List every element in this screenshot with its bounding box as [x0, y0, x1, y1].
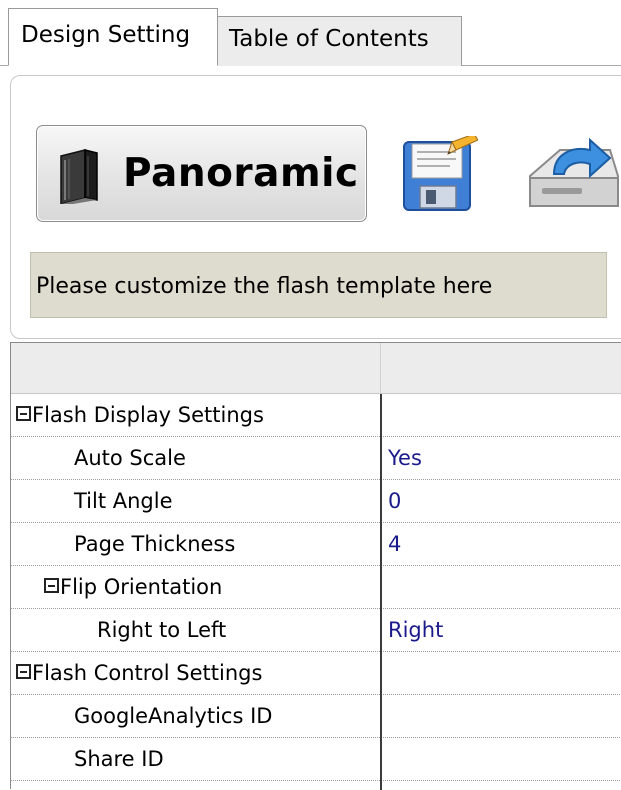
- collapse-icon[interactable]: [44, 578, 59, 593]
- property-name: Share ID: [74, 747, 164, 771]
- book-icon: [60, 149, 98, 204]
- property-name: Tilt Angle: [74, 489, 173, 513]
- property-row-tilt-angle[interactable]: Tilt Angle 0: [11, 480, 621, 523]
- property-name: Auto Scale: [74, 446, 186, 470]
- tab-table-of-contents[interactable]: Table of Contents: [218, 16, 462, 66]
- property-name: GoogleAnalytics ID: [74, 704, 273, 728]
- tab-design-setting[interactable]: Design Setting: [8, 8, 218, 66]
- column-divider[interactable]: [380, 394, 382, 790]
- property-value[interactable]: Yes: [388, 448, 422, 469]
- property-grid: Flash Display Settings Auto Scale Yes Ti…: [10, 342, 621, 790]
- panoramic-template-button[interactable]: Panoramic: [36, 125, 367, 222]
- property-name: Page Thickness: [74, 532, 236, 556]
- property-row-auto-scale[interactable]: Auto Scale Yes: [11, 437, 621, 480]
- property-name: Flip Orientation: [60, 575, 223, 599]
- tab-bar: Design Setting Table of Contents: [0, 0, 621, 66]
- property-row-googleanalytics-id[interactable]: GoogleAnalytics ID: [11, 695, 621, 738]
- collapse-icon[interactable]: [16, 406, 31, 421]
- header-divider: [380, 343, 381, 394]
- save-icon[interactable]: [400, 136, 478, 214]
- template-hint: Please customize the flash template here: [30, 252, 607, 318]
- property-row-right-to-left[interactable]: Right to Left Right: [11, 609, 621, 652]
- property-value[interactable]: Right: [388, 620, 443, 641]
- property-name: Flash Control Settings: [32, 661, 263, 685]
- property-name: Flash Display Settings: [32, 403, 264, 427]
- property-value[interactable]: 4: [388, 534, 401, 555]
- property-value[interactable]: 0: [388, 491, 401, 512]
- collapse-icon[interactable]: [16, 664, 31, 679]
- group-row-flash-control-settings[interactable]: Flash Control Settings: [11, 652, 621, 695]
- property-row-page-thickness[interactable]: Page Thickness 4: [11, 523, 621, 566]
- property-grid-header: [11, 343, 621, 394]
- property-name: Right to Left: [97, 618, 227, 642]
- panoramic-button-label: Panoramic: [123, 151, 359, 196]
- group-row-flip-orientation[interactable]: Flip Orientation: [11, 566, 621, 609]
- export-icon[interactable]: [520, 136, 621, 214]
- property-row-share-id[interactable]: Share ID: [11, 738, 621, 781]
- group-row-flash-display-settings[interactable]: Flash Display Settings: [11, 394, 621, 437]
